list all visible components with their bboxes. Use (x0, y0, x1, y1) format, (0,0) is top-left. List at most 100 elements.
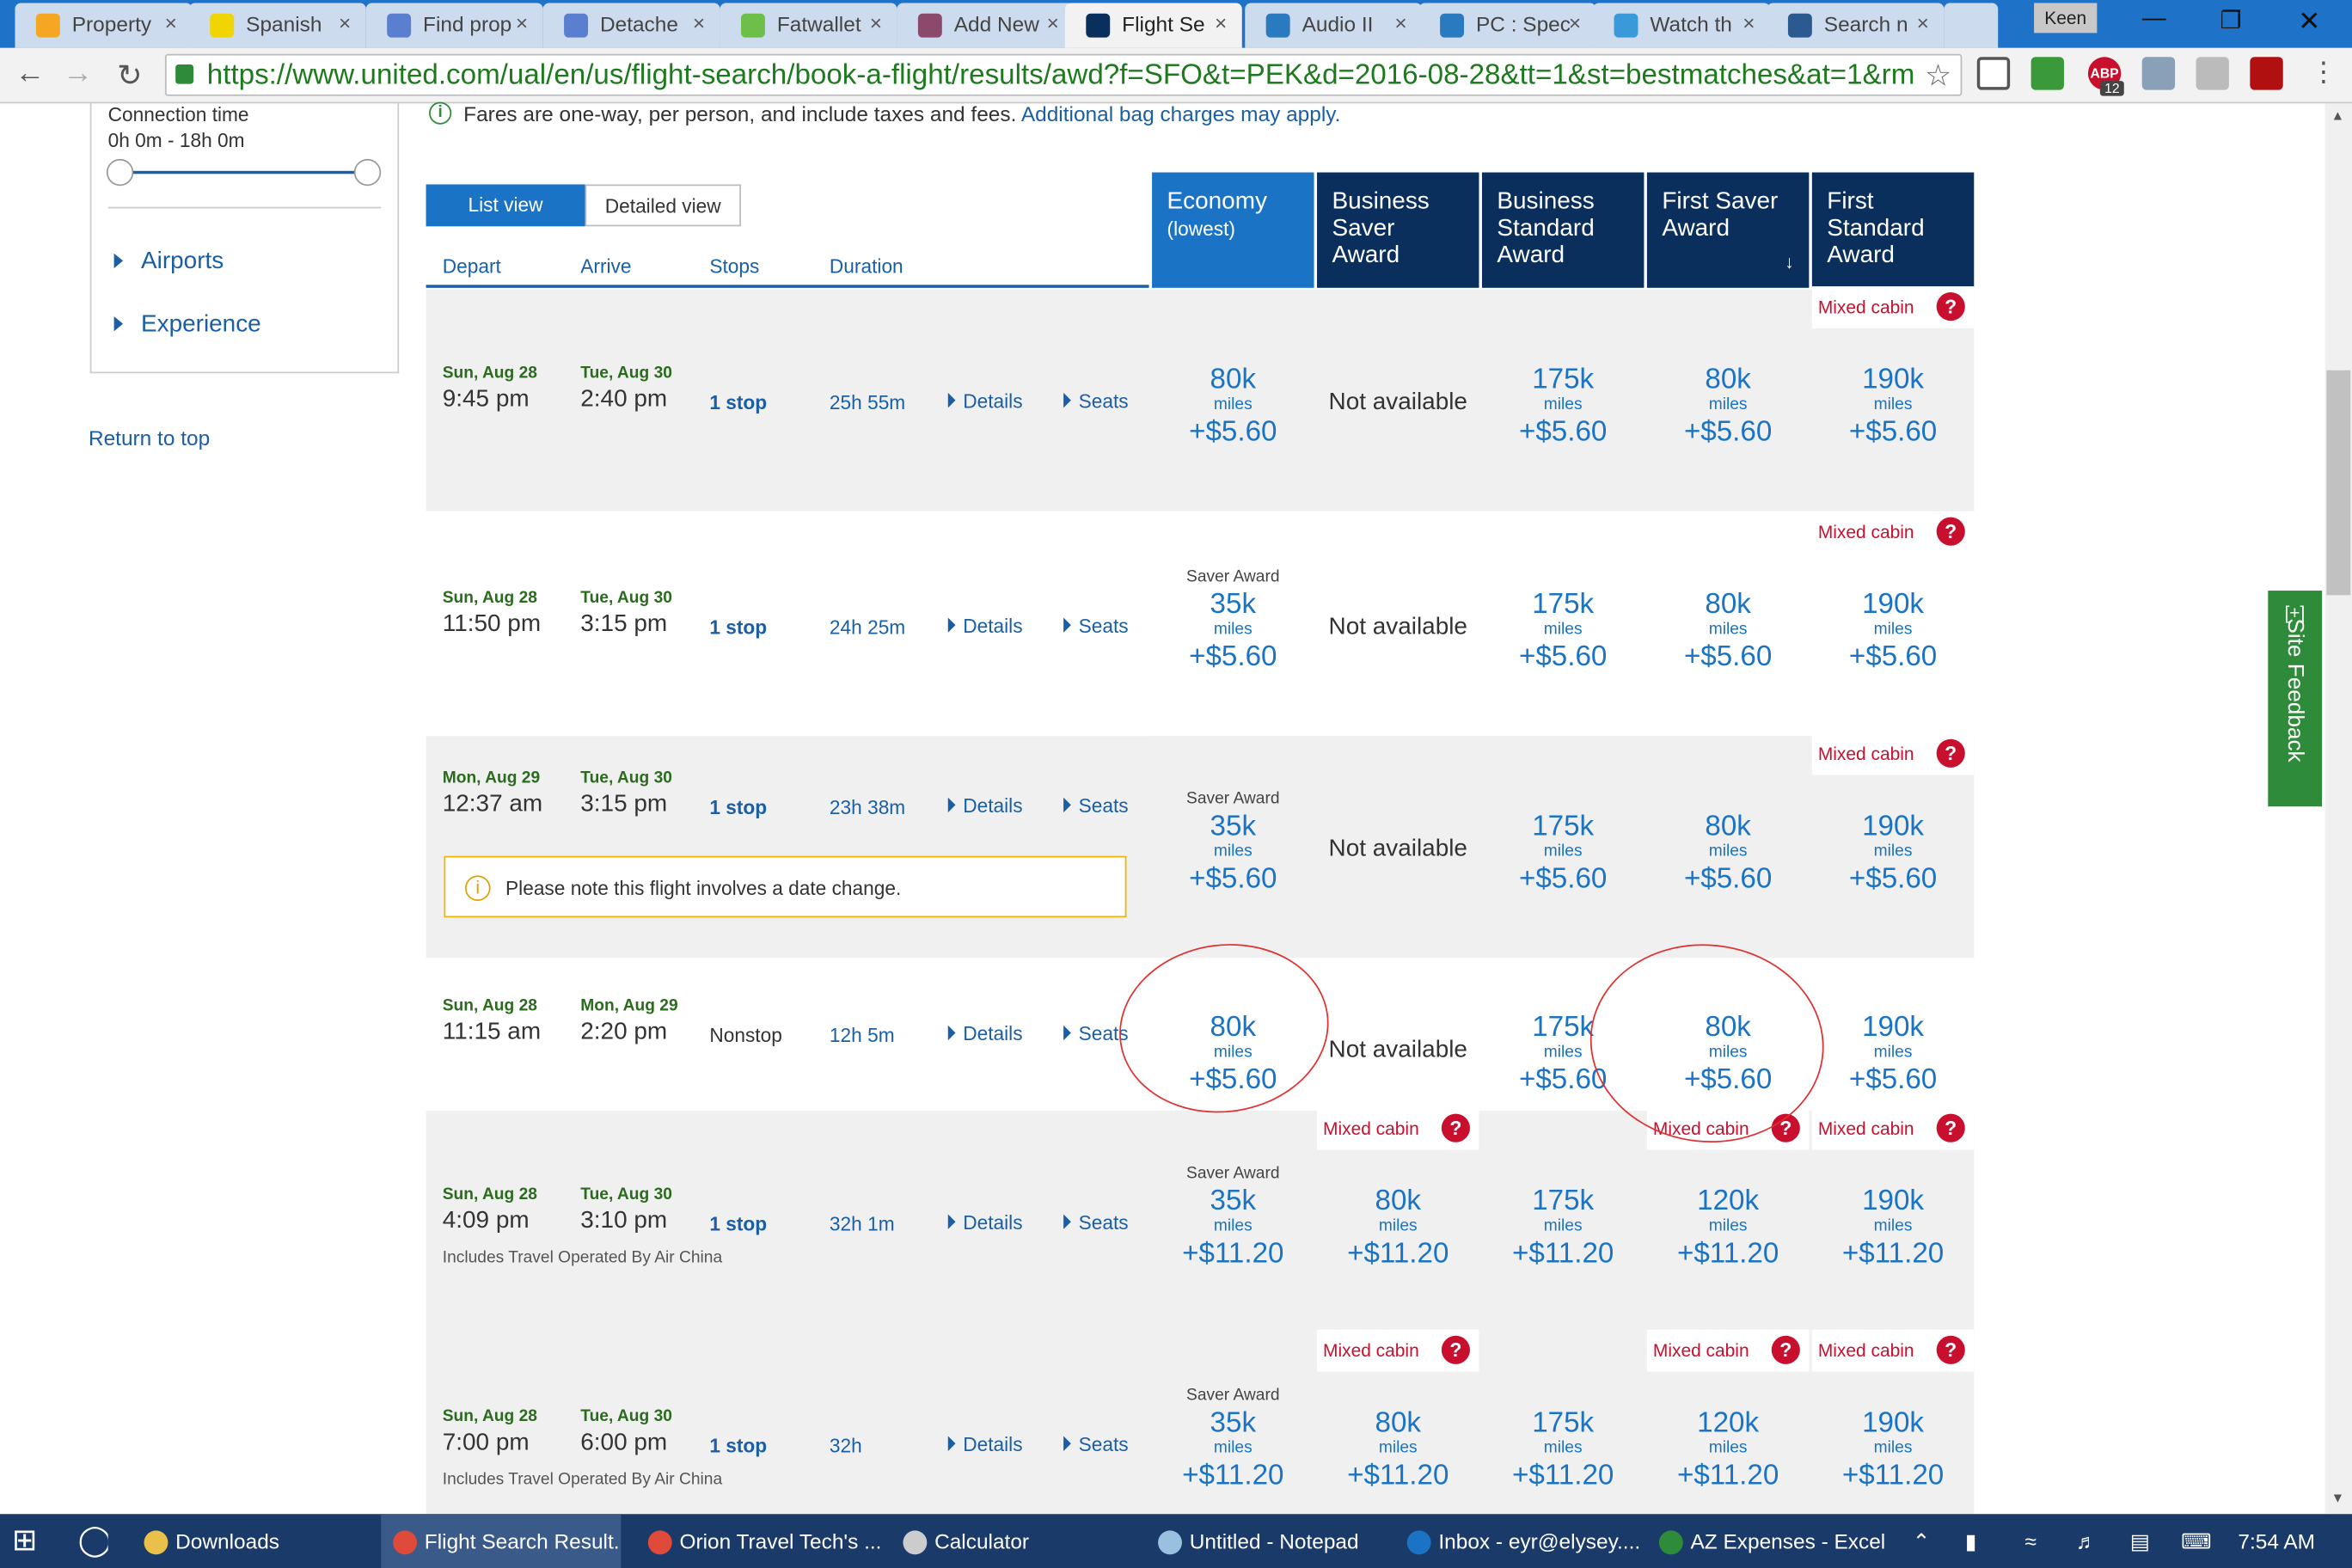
fare-miles[interactable]: 35k (1152, 589, 1314, 621)
tab-close-icon[interactable]: × (693, 10, 705, 34)
fare-option[interactable]: 190k miles +$5.60 (1812, 343, 1974, 452)
stops-link[interactable]: 1 stop (709, 391, 767, 413)
tab-close-icon[interactable]: × (1743, 10, 1755, 34)
tab-close-icon[interactable]: × (165, 10, 177, 34)
tab-close-icon[interactable]: × (1047, 10, 1059, 34)
browser-tab[interactable]: Audio II × (1245, 3, 1423, 48)
sort-stops[interactable]: Stops (709, 254, 759, 277)
fare-option[interactable]: 80k miles +$5.60 (1647, 343, 1809, 452)
taskbar-app[interactable]: Downloads (132, 1514, 372, 1568)
browser-tab[interactable]: Flight Se × (1064, 3, 1242, 48)
fare-miles[interactable]: 120k (1647, 1185, 1809, 1217)
seats-link[interactable]: Seats (1063, 1433, 1129, 1455)
fare-miles[interactable]: 35k (1152, 1185, 1314, 1217)
fare-option[interactable]: 190k miles +$11.20 (1812, 1165, 1974, 1274)
fare-miles[interactable]: 190k (1812, 364, 1974, 396)
taskbar-app[interactable]: Calculator (891, 1514, 1140, 1568)
sort-arrive[interactable]: Arrive (580, 254, 631, 277)
sort-duration[interactable]: Duration (830, 254, 903, 277)
fare-miles[interactable]: 80k (1317, 1185, 1479, 1217)
help-icon[interactable]: ? (1936, 738, 1965, 768)
fare-option[interactable]: 80k miles +$5.60 (1647, 568, 1809, 677)
fare-option[interactable]: 190k miles +$11.20 (1812, 1387, 1974, 1496)
fare-option[interactable]: 175k miles +$5.60 (1482, 343, 1644, 452)
fare-miles[interactable]: 35k (1152, 811, 1314, 842)
fare-miles[interactable]: 190k (1812, 1012, 1974, 1044)
return-to-top-link[interactable]: Return to top (89, 426, 210, 450)
browser-tab[interactable]: Search n × (1767, 3, 1945, 48)
taskbar-app[interactable]: Inbox - eyr@elysey.... (1395, 1514, 1645, 1568)
pen-icon[interactable] (2196, 57, 2229, 90)
fare-option[interactable]: 120k miles +$11.20 (1647, 1387, 1809, 1496)
restore-icon[interactable]: ❐ (2220, 6, 2241, 36)
help-icon[interactable]: ? (1936, 292, 1965, 322)
slider-min-handle[interactable] (106, 158, 134, 187)
sort-depart[interactable]: Depart (443, 254, 501, 277)
tab-list-view[interactable]: List view (426, 184, 585, 227)
fare-option[interactable]: 190k miles +$5.60 (1812, 568, 1974, 677)
tab-close-icon[interactable]: × (1215, 10, 1227, 34)
fare-miles[interactable]: 175k (1482, 1407, 1644, 1439)
extension-icon[interactable] (2030, 57, 2064, 90)
minimize-icon[interactable]: — (2142, 6, 2166, 33)
bag-charges-link[interactable]: Additional bag charges may apply. (1021, 102, 1341, 126)
help-icon[interactable]: ? (1936, 1113, 1965, 1142)
back-icon[interactable]: ← (15, 57, 45, 91)
fare-miles[interactable]: 80k (1152, 364, 1314, 396)
slider-max-handle[interactable] (353, 158, 382, 187)
fare-miles[interactable]: 35k (1152, 1407, 1314, 1439)
browser-tab[interactable]: Property × (15, 3, 193, 48)
filter-airports[interactable]: Airports (141, 248, 224, 275)
keyboard-icon[interactable]: ⌨ (2181, 1514, 2211, 1568)
fare-miles[interactable]: 175k (1482, 811, 1644, 842)
tab-close-icon[interactable]: × (1917, 10, 1929, 34)
browser-tab[interactable]: PC : Spec × (1418, 3, 1596, 48)
browser-tab[interactable]: Add New × (897, 3, 1075, 48)
tab-detailed-view[interactable]: Detailed view (585, 184, 741, 227)
browser-tab[interactable]: Find prop × (365, 3, 543, 48)
fare-miles[interactable]: 175k (1482, 589, 1644, 621)
fare-miles[interactable]: 80k (1647, 811, 1809, 842)
seats-link[interactable]: Seats (1063, 615, 1129, 637)
system-clock[interactable]: 7:54 AM (2238, 1514, 2315, 1568)
site-feedback-button[interactable]: [+] Site Feedback (2268, 591, 2323, 807)
help-icon[interactable]: ? (1441, 1335, 1471, 1364)
fare-header-first-standard[interactable]: First Standard Award (1811, 172, 1975, 288)
filter-experience[interactable]: Experience (141, 312, 261, 339)
taskbar-app[interactable]: Orion Travel Tech's ... (636, 1514, 885, 1568)
fare-header-business-saver[interactable]: Business Saver Award (1317, 172, 1479, 288)
fare-miles[interactable]: 190k (1812, 811, 1974, 842)
fare-option[interactable]: 80k miles +$11.20 (1317, 1165, 1479, 1274)
windows-start-icon[interactable]: ⊞ (12, 1514, 54, 1568)
scroll-up-icon[interactable]: ▲ (2331, 108, 2345, 123)
wifi-icon[interactable]: ≈ (2025, 1514, 2037, 1568)
volume-icon[interactable]: ♬ (2076, 1514, 2097, 1568)
fare-miles[interactable]: 120k (1647, 1407, 1809, 1439)
fare-miles[interactable]: 175k (1482, 1185, 1644, 1217)
fare-option[interactable]: 175k miles +$5.60 (1482, 790, 1644, 899)
help-icon[interactable]: ? (1936, 517, 1965, 546)
fare-option[interactable]: Saver Award 35k miles +$11.20 (1152, 1387, 1314, 1496)
fare-miles[interactable]: 80k (1317, 1407, 1479, 1439)
battery-icon[interactable]: ▮ (1965, 1514, 1976, 1568)
tab-close-icon[interactable]: × (339, 10, 351, 34)
taskbar-app[interactable]: Untitled - Notepad (1146, 1514, 1395, 1568)
show-hidden-icons[interactable]: ⌃ (1913, 1514, 1930, 1568)
stops-link[interactable]: 1 stop (709, 796, 767, 818)
fare-option[interactable]: Saver Award 35k miles +$5.60 (1152, 790, 1314, 899)
fare-option[interactable]: Saver Award 35k miles +$5.60 (1152, 568, 1314, 677)
browser-tab[interactable]: Spanish × (188, 3, 366, 48)
pdf-icon[interactable] (2250, 57, 2283, 90)
details-link[interactable]: Details (947, 794, 1023, 817)
fare-header-first-saver[interactable]: First Saver Award ↓ (1646, 172, 1810, 288)
menu-icon[interactable]: ⋮ (2310, 57, 2337, 89)
new-tab-button[interactable] (1944, 3, 1999, 48)
fare-option[interactable]: Saver Award 35k miles +$11.20 (1152, 1165, 1314, 1274)
seats-link[interactable]: Seats (1063, 1211, 1129, 1234)
stops-link[interactable]: 1 stop (709, 1435, 767, 1457)
scroll-down-icon[interactable]: ▼ (2331, 1490, 2345, 1504)
cortana-icon[interactable]: ◯ (78, 1514, 108, 1568)
details-link[interactable]: Details (947, 1211, 1023, 1234)
fare-option[interactable]: 80k miles +$11.20 (1317, 1387, 1479, 1496)
fare-header-business-standard[interactable]: Business Standard Award (1481, 172, 1645, 288)
